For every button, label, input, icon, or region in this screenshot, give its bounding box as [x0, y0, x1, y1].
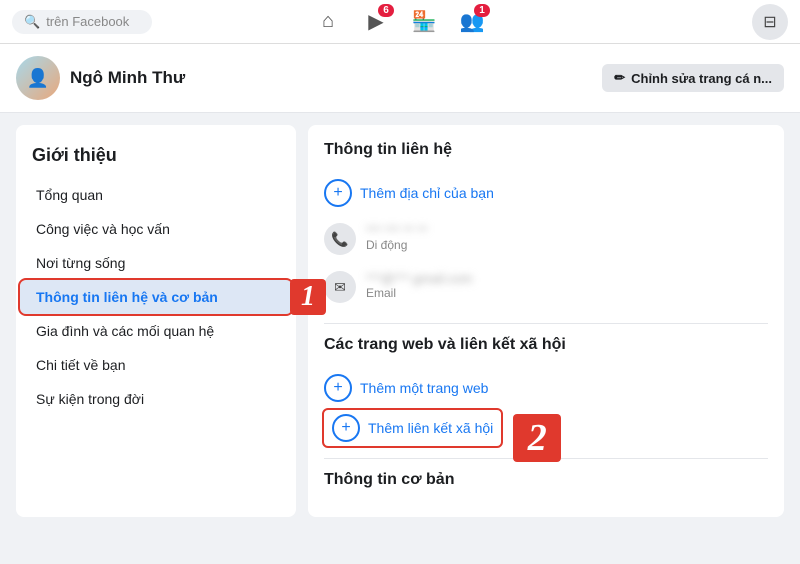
search-icon: 🔍 [24, 14, 40, 30]
email-icon: ✉ [324, 271, 356, 303]
web-section-title: Các trang web và liên kết xã hội [324, 336, 768, 354]
profile-name: Ngô Minh Thư [70, 68, 185, 88]
phone-icon: 📞 [324, 223, 356, 255]
main-content: Giới thiệu Tổng quan Công việc và học vấ… [0, 113, 800, 529]
right-content: Thông tin liên hệ + Thêm địa chỉ của bạn… [308, 125, 784, 517]
divider-1 [324, 323, 768, 324]
store-icon: 🏪 [412, 9, 437, 34]
add-address-button[interactable]: + Thêm địa chỉ của bạn [324, 171, 768, 215]
home-icon: ⌂ [322, 10, 334, 33]
profile-info: 👤 Ngô Minh Thư [16, 56, 185, 100]
email-text: ***@***.gmail.com Email [366, 271, 472, 300]
add-address-label: Thêm địa chỉ của bạn [360, 185, 494, 201]
add-address-icon: + [324, 179, 352, 207]
top-navigation: 🔍 trên Facebook ⌂ ▶ 6 🏪 👥 1 ⊟ [0, 0, 800, 44]
sidebar: Giới thiệu Tổng quan Công việc và học vấ… [16, 125, 296, 517]
phone-label: Di động [366, 238, 427, 252]
add-web-icon: + [324, 374, 352, 402]
search-bar[interactable]: 🔍 trên Facebook [12, 10, 152, 34]
add-social-wrapper: + Thêm liên kết xã hội 2 [324, 410, 501, 446]
search-placeholder: trên Facebook [46, 14, 129, 29]
profile-header: 👤 Ngô Minh Thư ✏ Chỉnh sửa trang cá n... [0, 44, 800, 113]
friends-nav-button[interactable]: 👥 1 [450, 0, 494, 44]
phone-value: *** *** ** ** [366, 223, 427, 238]
home-nav-button[interactable]: ⌂ [306, 0, 350, 44]
edit-profile-button[interactable]: ✏ Chỉnh sửa trang cá n... [602, 64, 784, 92]
sidebar-item-thong-tin[interactable]: Thông tin liên hệ và cơ bản [20, 280, 292, 314]
grid-icon: ⊟ [763, 12, 776, 32]
add-web-label: Thêm một trang web [360, 380, 488, 396]
contact-section-title: Thông tin liên hệ [324, 141, 768, 159]
sidebar-item-cong-viec[interactable]: Công việc và học vấn [20, 212, 292, 246]
add-social-button[interactable]: + Thêm liên kết xã hội [324, 410, 501, 446]
add-web-button[interactable]: + Thêm một trang web [324, 366, 768, 410]
email-value: ***@***.gmail.com [366, 271, 472, 286]
nav-right-area: ⊟ [752, 4, 788, 40]
pencil-icon: ✏ [614, 70, 625, 86]
basic-section-title: Thông tin cơ bản [324, 471, 768, 489]
sidebar-item-wrapper-active: Thông tin liên hệ và cơ bản 1 [16, 280, 296, 314]
sidebar-item-noi-song[interactable]: Nơi từng sống [20, 246, 292, 280]
nav-center-icons: ⌂ ▶ 6 🏪 👥 1 [306, 0, 494, 44]
video-nav-button[interactable]: ▶ 6 [354, 0, 398, 44]
phone-text: *** *** ** ** Di động [366, 223, 427, 252]
sidebar-title: Giới thiệu [16, 137, 296, 178]
friends-badge: 1 [474, 4, 490, 17]
nav-right-icon[interactable]: ⊟ [752, 4, 788, 40]
sidebar-item-gia-dinh[interactable]: Gia đình và các mối quan hệ [20, 314, 292, 348]
add-social-label: Thêm liên kết xã hội [368, 420, 493, 436]
sidebar-item-su-kien[interactable]: Sự kiện trong đời [20, 382, 292, 416]
video-badge: 6 [378, 4, 394, 17]
edit-button-label: Chỉnh sửa trang cá n... [631, 71, 772, 86]
avatar-icon: 👤 [27, 68, 49, 89]
sidebar-item-chi-tiet[interactable]: Chi tiết về bạn [20, 348, 292, 382]
email-contact-item: ✉ ***@***.gmail.com Email [324, 263, 768, 311]
email-label: Email [366, 286, 472, 300]
sidebar-item-tong-quan[interactable]: Tổng quan [20, 178, 292, 212]
avatar: 👤 [16, 56, 60, 100]
annotation-number-1: 1 [290, 279, 326, 315]
phone-contact-item: 📞 *** *** ** ** Di động [324, 215, 768, 263]
add-social-icon: + [332, 414, 360, 442]
store-nav-button[interactable]: 🏪 [402, 0, 446, 44]
annotation-number-2: 2 [513, 414, 561, 462]
